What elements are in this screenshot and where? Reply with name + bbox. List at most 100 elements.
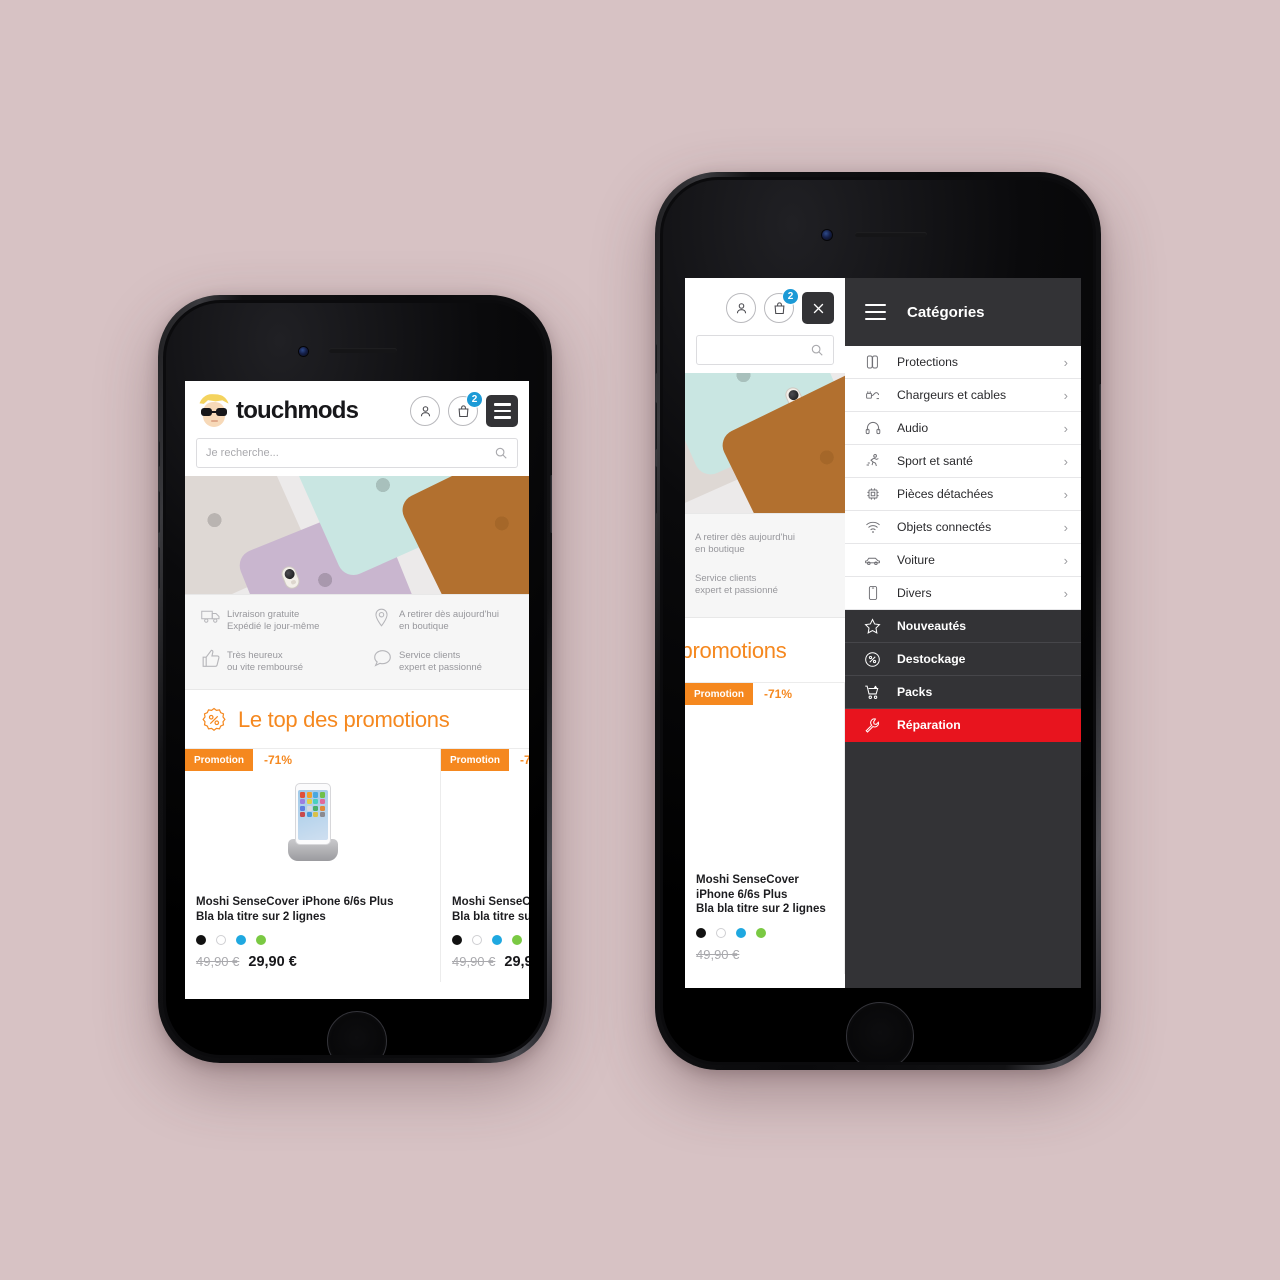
menu-item-chargeurs[interactable]: Chargeurs et cables › <box>845 379 1081 412</box>
star-icon <box>862 617 883 635</box>
promo-line: Promotion -71% <box>685 683 844 705</box>
price-line: 49,90 € 29,90 € <box>452 954 529 970</box>
info-item: A retirer dès aujourd'hui en boutique <box>357 608 529 633</box>
info-text: Livraison gratuite Expédié le jour-même <box>227 609 320 632</box>
phone-left-inner: touchmods 2 Je recherche... Livraison gr… <box>163 300 547 1058</box>
chevron-right-icon: › <box>1063 354 1068 370</box>
account-button-right[interactable] <box>726 293 756 323</box>
product-carousel-right[interactable]: Promotion -71% Moshi SenseCover iPhone 6… <box>685 683 845 974</box>
menu-title: Catégories <box>907 303 985 321</box>
cart-button[interactable]: 2 <box>448 391 483 426</box>
color-swatch[interactable] <box>216 935 226 945</box>
color-swatch[interactable] <box>236 935 246 945</box>
phone-right-glass: 2 A retirer dès aujourd'hui en boutique … <box>663 180 1093 1062</box>
promo-tag: Promotion <box>185 749 253 771</box>
info-text: Très heureux ou vite remboursé <box>227 650 304 673</box>
power-button[interactable] <box>1099 384 1101 450</box>
product-card[interactable]: Promotion -71% Moshi SenseCover iPhone 6… <box>441 749 529 982</box>
menu-item-pieces[interactable]: Pièces détachées › <box>845 478 1081 511</box>
chevron-right-icon: › <box>1063 387 1068 403</box>
menu-item-label: Divers <box>897 586 932 600</box>
menu-item-divers[interactable]: Divers › <box>845 577 1081 610</box>
volume-down-button[interactable] <box>158 547 160 589</box>
color-swatches[interactable] <box>196 935 429 945</box>
hero-banner-right[interactable] <box>685 373 845 513</box>
color-swatches[interactable] <box>452 935 529 945</box>
menu-item-protections[interactable]: Protections › <box>845 346 1081 379</box>
phone-right-inner: 2 A retirer dès aujourd'hui en boutique … <box>660 177 1096 1065</box>
account-button[interactable] <box>410 396 440 426</box>
ring-switch[interactable] <box>158 441 160 467</box>
menu-item-sport[interactable]: Sport et santé › <box>845 445 1081 478</box>
thumbs-up-icon <box>201 649 227 673</box>
color-swatch[interactable] <box>256 935 266 945</box>
close-menu-button[interactable] <box>802 292 834 324</box>
chevron-right-icon: › <box>1063 486 1068 502</box>
old-price: 49,90 € <box>696 946 740 962</box>
color-swatch[interactable] <box>736 927 746 938</box>
promotions-heading: Le top des promotions <box>185 690 529 749</box>
new-price: 29,90 € <box>248 954 297 970</box>
product-image <box>185 771 440 885</box>
menu-item-audio[interactable]: Audio › <box>845 412 1081 445</box>
promo-line: Promotion -71% <box>185 749 440 771</box>
color-swatch[interactable] <box>512 935 522 945</box>
info-text: A retirer dès aujourd'hui en boutique <box>695 532 796 555</box>
color-swatch[interactable] <box>196 935 206 945</box>
cart-button-right[interactable]: 2 <box>764 288 799 323</box>
menu-item-reparation[interactable]: Réparation <box>845 709 1081 742</box>
old-price: 49,90 € <box>452 954 496 969</box>
power-button[interactable] <box>550 475 552 533</box>
product-info: Moshi SenseCover iPhone 6/6s Plus Bla bl… <box>441 885 529 982</box>
chevron-right-icon: › <box>1063 552 1068 568</box>
price-line: 49,90 € 29,90 € <box>196 954 429 970</box>
color-swatch[interactable] <box>472 935 482 945</box>
color-swatch[interactable] <box>696 927 706 938</box>
volume-up-button[interactable] <box>655 402 657 450</box>
product-carousel[interactable]: Promotion -71% Moshi SenseCover iPhone 6… <box>185 749 529 982</box>
promotions-title: Le top des promotions <box>685 638 787 663</box>
chevron-right-icon: › <box>1063 453 1068 469</box>
wrench-icon <box>862 717 883 734</box>
hero-banner[interactable] <box>185 476 529 594</box>
menu-item-destockage[interactable]: Destockage <box>845 643 1081 676</box>
menu-item-label: Nouveautés <box>897 619 967 633</box>
menu-item-voiture[interactable]: Voiture › <box>845 544 1081 577</box>
menu-item-label: Sport et santé <box>897 454 973 468</box>
color-swatch[interactable] <box>716 927 726 938</box>
menu-empty-space <box>845 742 1081 988</box>
product-card[interactable]: Promotion -71% Moshi SenseCover iPhone 6… <box>185 749 441 982</box>
color-swatch[interactable] <box>452 935 462 945</box>
chevron-right-icon: › <box>1063 585 1068 601</box>
search-input[interactable]: Je recherche... <box>196 438 518 468</box>
header-icons-right: 2 <box>726 288 834 324</box>
menu-item-objets-connectes[interactable]: Objets connectés › <box>845 511 1081 544</box>
home-button-right[interactable] <box>846 1002 914 1062</box>
info-item: Service clients expert et passionné <box>357 649 529 674</box>
cart-badge: 2 <box>782 288 799 305</box>
promo-line: Promotion -71% <box>441 749 529 771</box>
phone-left-glass: touchmods 2 Je recherche... Livraison gr… <box>166 303 544 1055</box>
hamburger-icon[interactable] <box>865 304 886 320</box>
color-swatch[interactable] <box>756 927 766 938</box>
product-image <box>441 771 529 885</box>
product-name: Moshi SenseCover iPhone 6/6s Plus Bla bl… <box>452 896 529 923</box>
menu-item-nouveautes[interactable]: Nouveautés <box>845 610 1081 643</box>
chevron-right-icon: › <box>1063 420 1068 436</box>
case-icon <box>862 354 883 370</box>
ring-switch[interactable] <box>655 344 657 374</box>
product-card[interactable]: Promotion -71% Moshi SenseCover iPhone 6… <box>685 683 845 974</box>
old-price: 49,90 € <box>196 954 240 969</box>
color-swatch[interactable] <box>492 935 502 945</box>
search-input-right[interactable] <box>696 335 834 365</box>
volume-down-button[interactable] <box>655 466 657 514</box>
chip-icon <box>862 486 883 502</box>
color-swatches[interactable] <box>696 927 833 938</box>
volume-up-button[interactable] <box>158 491 160 533</box>
product-name: Moshi SenseCover iPhone 6/6s Plus Bla bl… <box>196 896 394 923</box>
site-logo[interactable]: touchmods <box>196 394 410 428</box>
home-button-left[interactable] <box>327 1011 387 1055</box>
menu-button[interactable] <box>486 395 518 427</box>
menu-item-packs[interactable]: Packs <box>845 676 1081 709</box>
screen-right: 2 A retirer dès aujourd'hui en boutique … <box>685 278 1081 988</box>
